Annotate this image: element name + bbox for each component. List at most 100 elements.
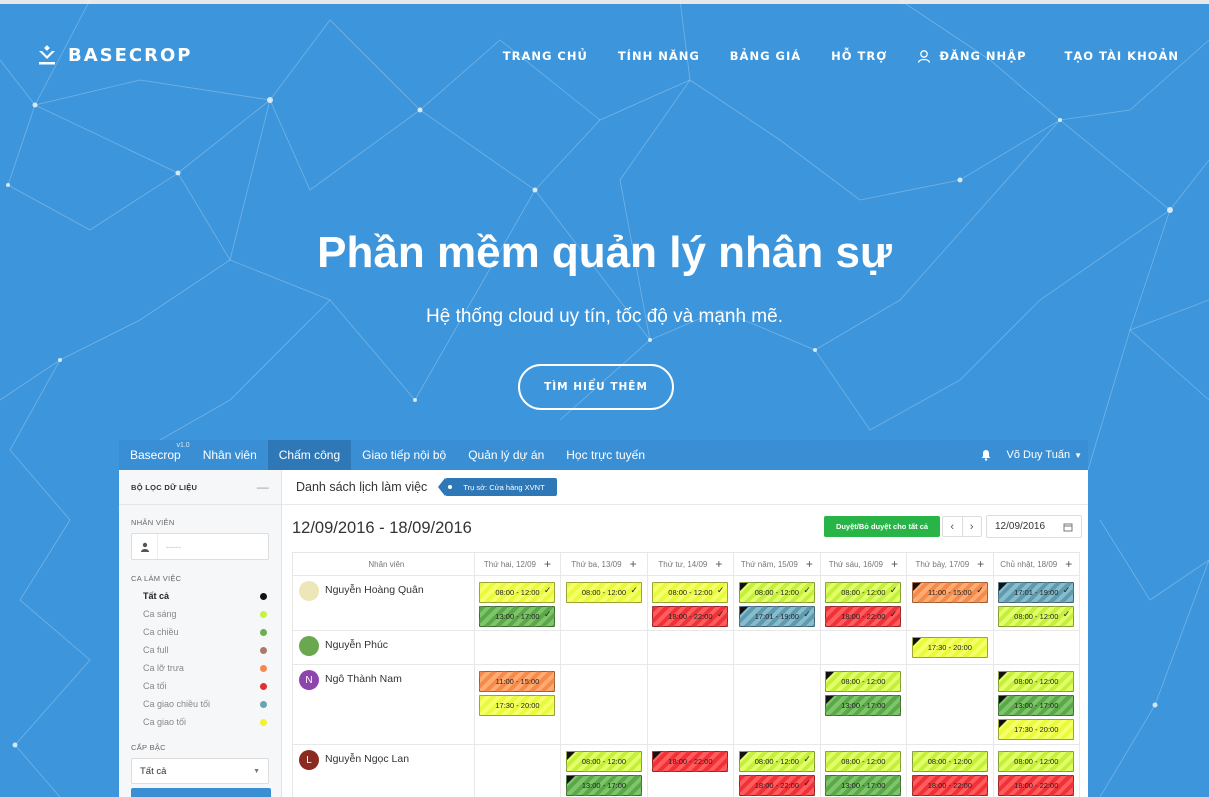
shift-chip[interactable]: 17:01 - 19:00 ✓ xyxy=(998,581,1075,603)
shift-chip[interactable]: 17:30 - 20:00 xyxy=(998,718,1075,740)
shift-chip[interactable]: 17:30 - 20:00 xyxy=(479,694,556,716)
approve-all-button[interactable]: Duyệt/Bỏ duyệt cho tất cả xyxy=(824,516,940,537)
shift-filter-item[interactable]: Ca giao chiều tối xyxy=(143,695,269,713)
add-shift-icon[interactable]: + xyxy=(977,557,984,571)
employee-filter-input[interactable]: ----- xyxy=(131,533,269,560)
day-cell[interactable]: 18:00 - 22:00 xyxy=(648,745,735,797)
day-cell[interactable]: 11:00 - 15:00 ✓ xyxy=(907,576,994,630)
day-cell[interactable] xyxy=(994,631,1081,664)
nav-support[interactable]: HỖ TRỢ xyxy=(831,49,887,63)
shift-filter-item[interactable]: Tất cả xyxy=(143,587,269,605)
app-menu-timekeeping[interactable]: Chấm công xyxy=(267,440,352,470)
level-select[interactable]: Tất cả ▼ xyxy=(131,758,269,784)
shift-chip[interactable]: 08:00 - 12:00 xyxy=(825,750,902,772)
shift-chip[interactable]: 17:01 - 19:00 ✓ xyxy=(738,605,815,627)
shift-chip[interactable]: 08:00 - 12:00 xyxy=(565,750,642,772)
day-cell[interactable]: 17:30 - 20:00 xyxy=(907,631,994,664)
day-cell[interactable]: 08:00 - 12:00 18:00 - 22:00 xyxy=(994,745,1081,797)
shift-filter-item[interactable]: Ca full xyxy=(143,641,269,659)
day-cell[interactable] xyxy=(648,665,735,744)
add-shift-icon[interactable]: + xyxy=(630,557,637,571)
shift-chip[interactable]: 08:00 - 12:00 xyxy=(825,670,902,692)
learn-more-button[interactable]: TÌM HIỂU THÊM xyxy=(518,364,674,410)
day-cell[interactable] xyxy=(648,631,735,664)
add-shift-icon[interactable]: + xyxy=(1065,557,1072,571)
day-cell[interactable]: 08:00 - 12:00 ✓ 18:00 - 22:00 ✓ xyxy=(648,576,735,630)
day-cell[interactable] xyxy=(475,745,562,797)
shift-chip[interactable]: 13:00 - 17:00 xyxy=(825,694,902,716)
day-cell[interactable]: 08:00 - 12:00 ✓ 18:00 - 22:00 ✓ xyxy=(821,576,908,630)
brand-logo[interactable]: BASECROP xyxy=(36,44,192,66)
shift-filter-item[interactable]: Ca giao tối xyxy=(143,713,269,731)
shift-chip[interactable]: 13:00 - 17:00 ✓ xyxy=(479,605,556,627)
prev-week-button[interactable]: ‹ xyxy=(943,517,963,536)
bell-icon[interactable] xyxy=(980,449,992,461)
day-cell[interactable]: 17:01 - 19:00 ✓ 08:00 - 12:00 ✓ xyxy=(994,576,1081,630)
shift-filter-item[interactable]: Ca tối xyxy=(143,677,269,695)
app-menu-employees[interactable]: Nhân viên xyxy=(192,440,268,470)
day-cell[interactable] xyxy=(561,665,648,744)
day-cell[interactable] xyxy=(734,631,821,664)
day-cell[interactable]: 08:00 - 12:00 13:00 - 17:00 xyxy=(821,745,908,797)
app-menu-elearning[interactable]: Học trực tuyến xyxy=(555,440,656,470)
add-shift-icon[interactable]: + xyxy=(715,557,722,571)
shift-chip[interactable]: 08:00 - 12:00 xyxy=(998,670,1075,692)
shift-chip[interactable]: 18:00 - 22:00 ✓ xyxy=(652,605,729,627)
shift-chip[interactable]: 18:00 - 22:00 ✓ xyxy=(738,774,815,796)
day-cell[interactable] xyxy=(734,665,821,744)
day-cell[interactable]: 08:00 - 12:00 ✓ xyxy=(561,576,648,630)
day-cell[interactable] xyxy=(561,631,648,664)
employee-cell[interactable]: Nguyễn Phúc xyxy=(293,631,475,664)
shift-chip[interactable]: 17:30 - 20:00 xyxy=(911,636,988,658)
nav-login[interactable]: ĐĂNG NHẬP xyxy=(917,49,1026,63)
day-cell[interactable]: 11:00 - 15:00 17:30 - 20:00 xyxy=(475,665,562,744)
shift-chip[interactable]: 08:00 - 12:00 ✓ xyxy=(738,581,815,603)
shift-chip[interactable]: 18:00 - 22:00 xyxy=(911,774,988,796)
shift-chip[interactable]: 13:00 - 17:00 xyxy=(825,774,902,796)
shift-filter-item[interactable]: Ca sáng xyxy=(143,605,269,623)
employee-cell[interactable]: L Nguyễn Ngọc Lan xyxy=(293,745,475,797)
app-menu-communication[interactable]: Giao tiếp nội bộ xyxy=(351,440,457,470)
shift-chip[interactable]: 18:00 - 22:00 ✓ xyxy=(825,605,902,627)
day-cell[interactable]: 08:00 - 12:00 13:00 - 17:00 17:30 - 20:00 xyxy=(994,665,1081,744)
shift-chip[interactable]: 11:00 - 15:00 ✓ xyxy=(911,581,988,603)
collapse-icon[interactable]: — xyxy=(257,480,269,494)
shift-chip[interactable]: 08:00 - 12:00 ✓ xyxy=(479,581,556,603)
shift-filter-item[interactable]: Ca lỡ trưa xyxy=(143,659,269,677)
employee-cell[interactable]: Nguyễn Hoàng Quân xyxy=(293,576,475,630)
shift-chip[interactable]: 08:00 - 12:00 ✓ xyxy=(998,605,1075,627)
date-picker[interactable]: 12/09/2016 xyxy=(986,515,1082,538)
nav-home[interactable]: TRANG CHỦ xyxy=(503,49,588,63)
shift-chip[interactable]: 08:00 - 12:00 ✓ xyxy=(738,750,815,772)
shift-chip[interactable]: 13:00 - 17:00 xyxy=(998,694,1075,716)
day-cell[interactable] xyxy=(475,631,562,664)
shift-chip[interactable]: 18:00 - 22:00 xyxy=(998,774,1075,796)
shift-chip[interactable]: 11:00 - 15:00 xyxy=(479,670,556,692)
add-shift-icon[interactable]: + xyxy=(806,557,813,571)
day-cell[interactable]: 08:00 - 12:00 13:00 - 17:00 xyxy=(561,745,648,797)
add-shift-icon[interactable]: + xyxy=(544,557,551,571)
shift-chip[interactable]: 18:00 - 22:00 xyxy=(652,750,729,772)
day-cell[interactable] xyxy=(907,665,994,744)
day-cell[interactable]: 08:00 - 12:00 18:00 - 22:00 xyxy=(907,745,994,797)
user-menu[interactable]: Võ Duy Tuấn xyxy=(1006,449,1070,461)
shift-chip[interactable]: 13:00 - 17:00 xyxy=(565,774,642,796)
filter-submit-button[interactable] xyxy=(131,788,271,797)
app-brand[interactable]: Basecrop v1.0 xyxy=(119,442,192,462)
nav-pricing[interactable]: BẢNG GIÁ xyxy=(730,49,801,63)
day-cell[interactable]: 08:00 - 12:00 ✓ 17:01 - 19:00 ✓ xyxy=(734,576,821,630)
nav-features[interactable]: TÍNH NĂNG xyxy=(618,49,700,63)
day-cell[interactable]: 08:00 - 12:00 ✓ 18:00 - 22:00 ✓ xyxy=(734,745,821,797)
shift-chip[interactable]: 08:00 - 12:00 ✓ xyxy=(652,581,729,603)
day-cell[interactable]: 08:00 - 12:00 ✓ 13:00 - 17:00 ✓ xyxy=(475,576,562,630)
app-menu-projects[interactable]: Quản lý dự án xyxy=(457,440,555,470)
branch-tag[interactable]: Trụ sở: Cửa hàng XVNT xyxy=(438,478,557,496)
add-shift-icon[interactable]: + xyxy=(891,557,898,571)
day-cell[interactable]: 08:00 - 12:00 13:00 - 17:00 xyxy=(821,665,908,744)
day-cell[interactable] xyxy=(821,631,908,664)
shift-chip[interactable]: 08:00 - 12:00 ✓ xyxy=(565,581,642,603)
nav-register[interactable]: TẠO TÀI KHOẢN xyxy=(1065,49,1180,63)
next-week-button[interactable]: › xyxy=(963,517,982,536)
employee-cell[interactable]: N Ngô Thành Nam xyxy=(293,665,475,744)
shift-chip[interactable]: 08:00 - 12:00 ✓ xyxy=(825,581,902,603)
